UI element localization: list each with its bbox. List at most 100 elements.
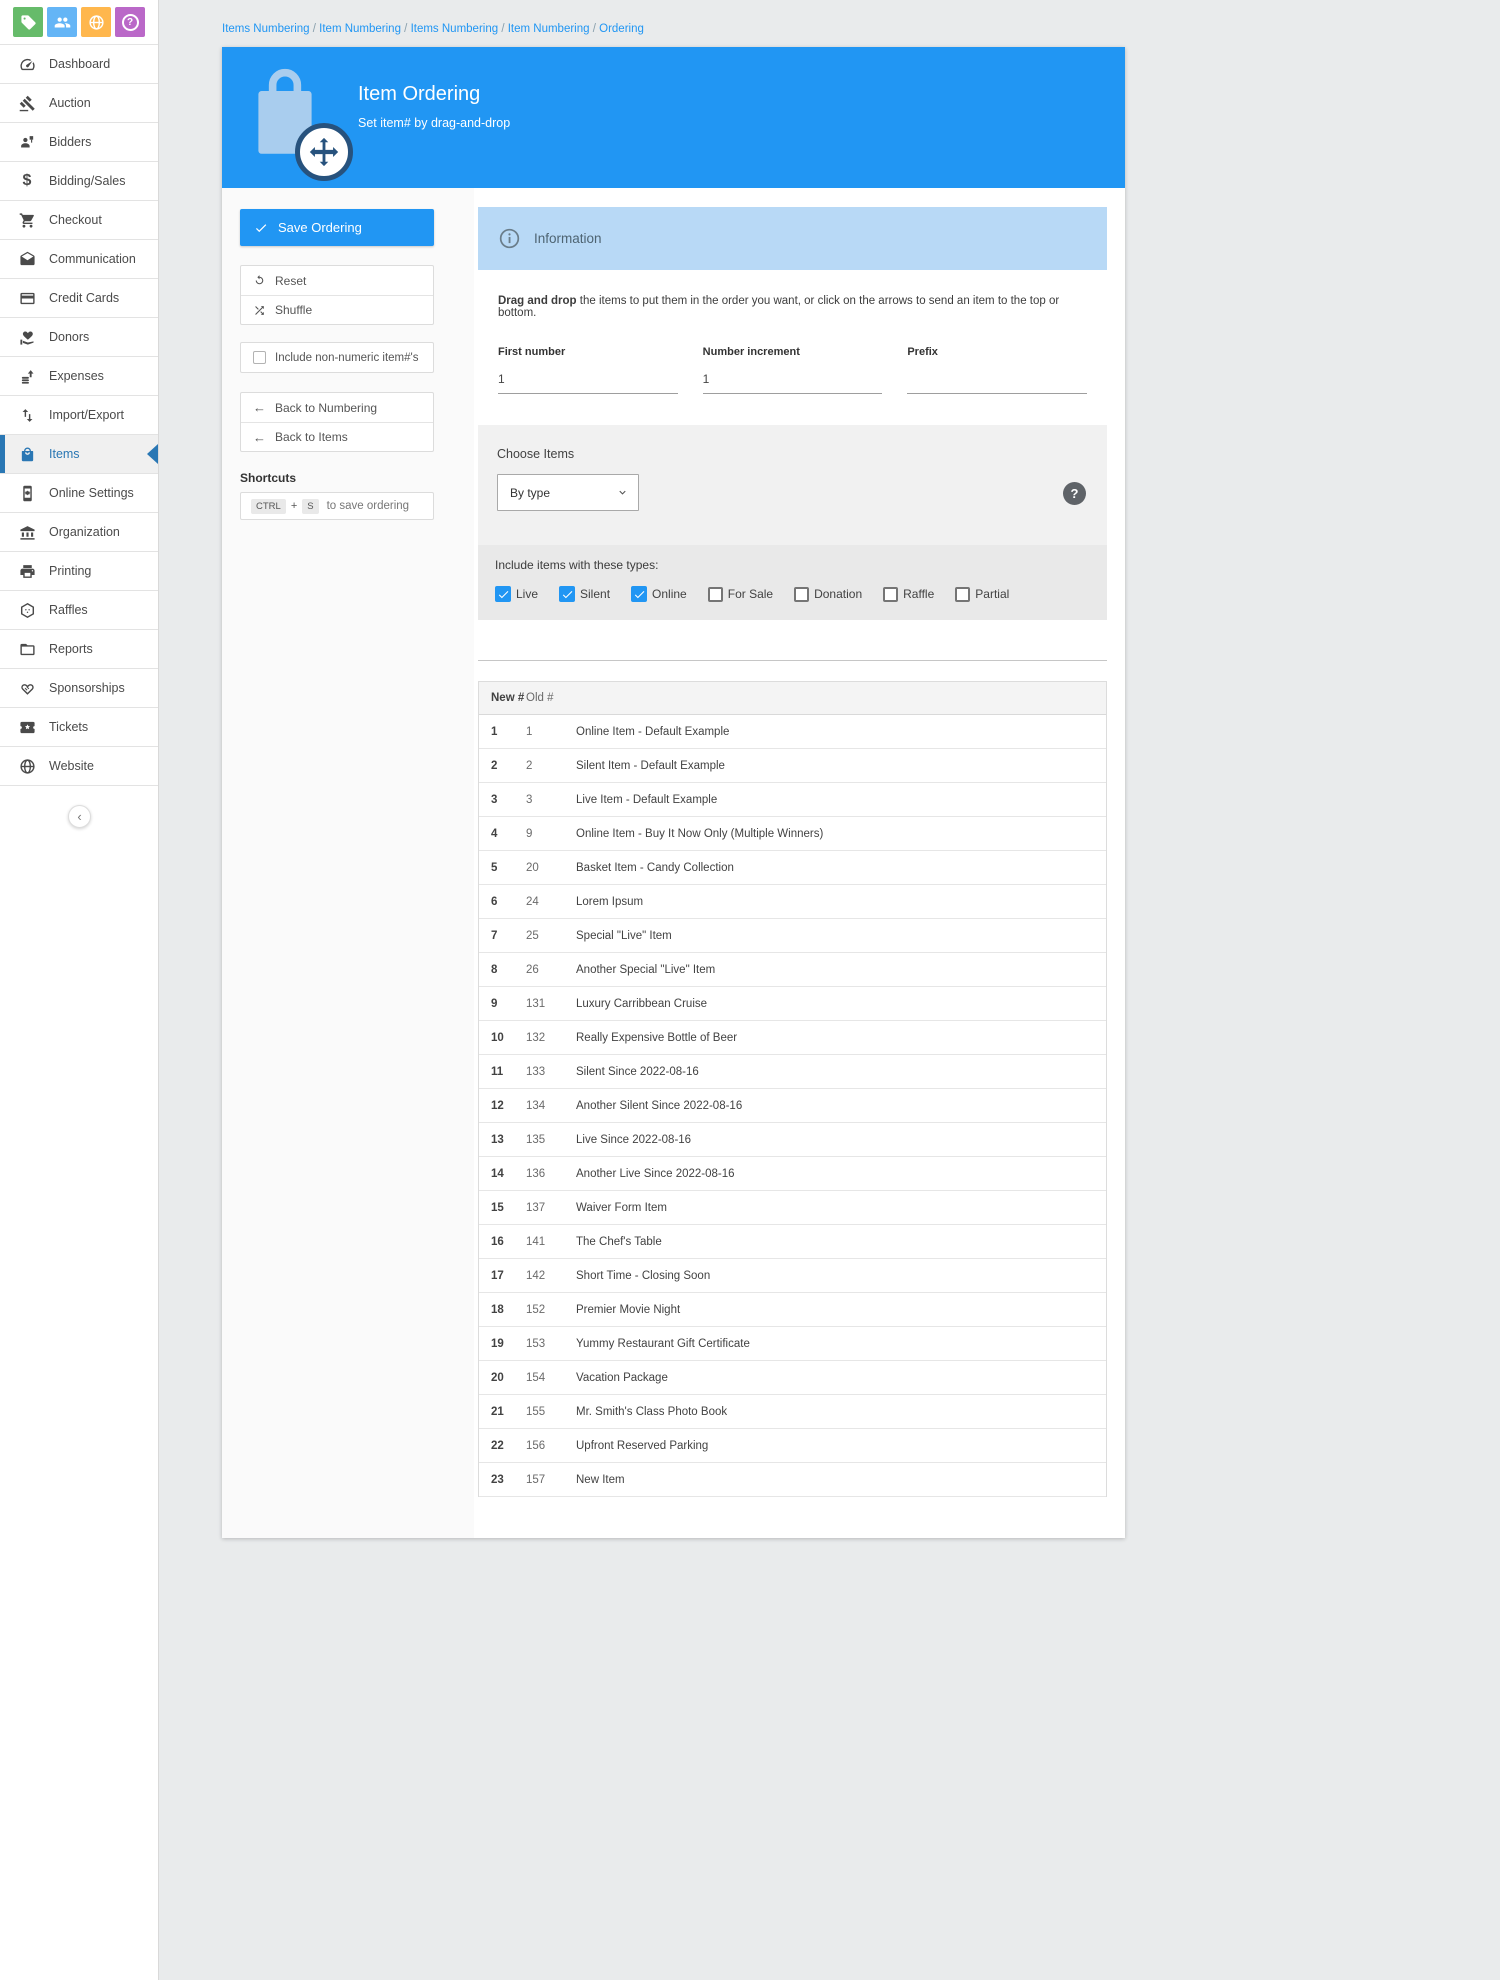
sidebar-item-donors[interactable]: Donors xyxy=(0,318,158,357)
sidebar-item-website[interactable]: Website xyxy=(0,747,158,786)
table-row[interactable]: 23157New Item xyxy=(479,1463,1106,1497)
envelope-icon xyxy=(18,250,36,268)
sidebar-item-label: Tickets xyxy=(49,720,88,734)
choose-items-select[interactable]: By type xyxy=(497,474,639,511)
ticket-star-icon xyxy=(18,718,36,736)
sidebar-item-communication[interactable]: Communication xyxy=(0,240,158,279)
sidebar-item-expenses[interactable]: Expenses xyxy=(0,357,158,396)
include-non-numeric-option[interactable]: Include non-numeric item#'s xyxy=(240,342,434,373)
globe-icon[interactable] xyxy=(81,7,111,37)
sidebar-item-sponsorships[interactable]: Sponsorships xyxy=(0,669,158,708)
item-name-cell: Another Silent Since 2022-08-16 xyxy=(576,1100,742,1112)
sidebar-item-items[interactable]: Items xyxy=(0,435,158,474)
information-panel-header: Information xyxy=(478,207,1107,270)
items-tag-icon[interactable] xyxy=(13,7,43,37)
sidebar-item-organization[interactable]: Organization xyxy=(0,513,158,552)
sidebar-item-dashboard[interactable]: Dashboard xyxy=(0,45,158,84)
table-row[interactable]: 14136Another Live Since 2022-08-16 xyxy=(479,1157,1106,1191)
sidebar-item-printing[interactable]: Printing xyxy=(0,552,158,591)
help-button[interactable]: ? xyxy=(1063,482,1086,505)
shuffle-button[interactable]: Shuffle xyxy=(241,295,433,324)
table-row[interactable]: 16141The Chef's Table xyxy=(479,1225,1106,1259)
old-number-cell: 1 xyxy=(526,726,576,738)
table-row[interactable]: 18152Premier Movie Night xyxy=(479,1293,1106,1327)
reset-shuffle-group: Reset Shuffle xyxy=(240,265,434,325)
table-row[interactable]: 725Special "Live" Item xyxy=(479,919,1106,953)
reset-button[interactable]: Reset xyxy=(241,266,433,295)
table-row[interactable]: 11Online Item - Default Example xyxy=(479,715,1106,749)
back-to-items-button[interactable]: ← Back to Items xyxy=(241,422,433,451)
table-row[interactable]: 49Online Item - Buy It Now Only (Multipl… xyxy=(479,817,1106,851)
breadcrumb-separator: / xyxy=(401,23,411,35)
table-row[interactable]: 624Lorem Ipsum xyxy=(479,885,1106,919)
first-number-input[interactable] xyxy=(498,372,678,394)
hand-heart-icon xyxy=(18,328,36,346)
table-row[interactable]: 13135Live Since 2022-08-16 xyxy=(479,1123,1106,1157)
table-row[interactable]: 520Basket Item - Candy Collection xyxy=(479,851,1106,885)
sidebar-item-label: Import/Export xyxy=(49,408,124,422)
table-row[interactable]: 9131Luxury Carribbean Cruise xyxy=(479,987,1106,1021)
table-row[interactable]: 22Silent Item - Default Example xyxy=(479,749,1106,783)
sidebar-collapse-button[interactable]: ‹ xyxy=(68,805,91,828)
checkbox-unchecked-icon xyxy=(955,587,970,602)
number-increment-input[interactable] xyxy=(703,372,883,394)
item-name-cell: Special "Live" Item xyxy=(576,930,672,942)
table-row[interactable]: 33Live Item - Default Example xyxy=(479,783,1106,817)
new-number-cell: 14 xyxy=(479,1168,526,1180)
breadcrumb-link[interactable]: Items Numbering xyxy=(222,23,310,35)
sidebar-item-label: Dashboard xyxy=(49,57,110,71)
table-row[interactable]: 19153Yummy Restaurant Gift Certificate xyxy=(479,1327,1106,1361)
back-to-numbering-button[interactable]: ← Back to Numbering xyxy=(241,393,433,422)
old-number-cell: 135 xyxy=(526,1134,576,1146)
item-name-cell: Mr. Smith's Class Photo Book xyxy=(576,1406,727,1418)
new-number-cell: 15 xyxy=(479,1202,526,1214)
choose-items-header: Choose Items By type ? xyxy=(478,425,1107,545)
sidebar-item-bidding-sales[interactable]: $ Bidding/Sales xyxy=(0,162,158,201)
printer-icon xyxy=(18,562,36,580)
sidebar-item-online-settings[interactable]: Online Settings xyxy=(0,474,158,513)
type-checkbox-silent[interactable]: Silent xyxy=(559,586,610,602)
prefix-input[interactable] xyxy=(907,372,1087,394)
table-row[interactable]: 11133Silent Since 2022-08-16 xyxy=(479,1055,1106,1089)
table-row[interactable]: 22156Upfront Reserved Parking xyxy=(479,1429,1106,1463)
breadcrumb-link[interactable]: Item Numbering xyxy=(508,23,590,35)
table-row[interactable]: 826Another Special "Live" Item xyxy=(479,953,1106,987)
table-row[interactable]: 12134Another Silent Since 2022-08-16 xyxy=(479,1089,1106,1123)
type-label: For Sale xyxy=(728,587,773,601)
sidebar-item-credit-cards[interactable]: Credit Cards xyxy=(0,279,158,318)
shortcuts-title: Shortcuts xyxy=(240,471,474,485)
type-checkbox-online[interactable]: Online xyxy=(631,586,687,602)
table-row[interactable]: 15137Waiver Form Item xyxy=(479,1191,1106,1225)
sidebar-item-reports[interactable]: Reports xyxy=(0,630,158,669)
table-row[interactable]: 10132Really Expensive Bottle of Beer xyxy=(479,1021,1106,1055)
people-icon[interactable] xyxy=(47,7,77,37)
breadcrumb-link[interactable]: Item Numbering xyxy=(319,23,401,35)
page: ? Dashboard Auction Bidders $ Bidding/Sa… xyxy=(0,0,1500,1980)
new-number-header: New # xyxy=(479,692,526,704)
sidebar-item-import-export[interactable]: Import/Export xyxy=(0,396,158,435)
old-number-cell: 3 xyxy=(526,794,576,806)
sidebar-item-bidders[interactable]: Bidders xyxy=(0,123,158,162)
prefix-label: Prefix xyxy=(907,346,1087,358)
type-checkbox-donation[interactable]: Donation xyxy=(794,587,862,602)
item-types-section: Include items with these types: LiveSile… xyxy=(478,545,1107,620)
help-icon[interactable]: ? xyxy=(115,7,145,37)
sidebar-item-raffles[interactable]: Raffles xyxy=(0,591,158,630)
breadcrumb-link[interactable]: Items Numbering xyxy=(411,23,499,35)
breadcrumb-link[interactable]: Ordering xyxy=(599,23,644,35)
sidebar-item-auction[interactable]: Auction xyxy=(0,84,158,123)
type-checkbox-partial[interactable]: Partial xyxy=(955,587,1009,602)
item-name-cell: Luxury Carribbean Cruise xyxy=(576,998,707,1010)
type-checkbox-for-sale[interactable]: For Sale xyxy=(708,587,773,602)
table-row[interactable]: 20154Vacation Package xyxy=(479,1361,1106,1395)
handshake-heart-icon xyxy=(18,679,36,697)
save-ordering-button[interactable]: Save Ordering xyxy=(240,209,434,246)
sidebar-item-checkout[interactable]: Checkout xyxy=(0,201,158,240)
checkbox-unchecked-icon xyxy=(883,587,898,602)
type-checkbox-live[interactable]: Live xyxy=(495,586,538,602)
table-row[interactable]: 21155Mr. Smith's Class Photo Book xyxy=(479,1395,1106,1429)
old-number-cell: 152 xyxy=(526,1304,576,1316)
sidebar-item-tickets[interactable]: Tickets xyxy=(0,708,158,747)
table-row[interactable]: 17142Short Time - Closing Soon xyxy=(479,1259,1106,1293)
type-checkbox-raffle[interactable]: Raffle xyxy=(883,587,934,602)
